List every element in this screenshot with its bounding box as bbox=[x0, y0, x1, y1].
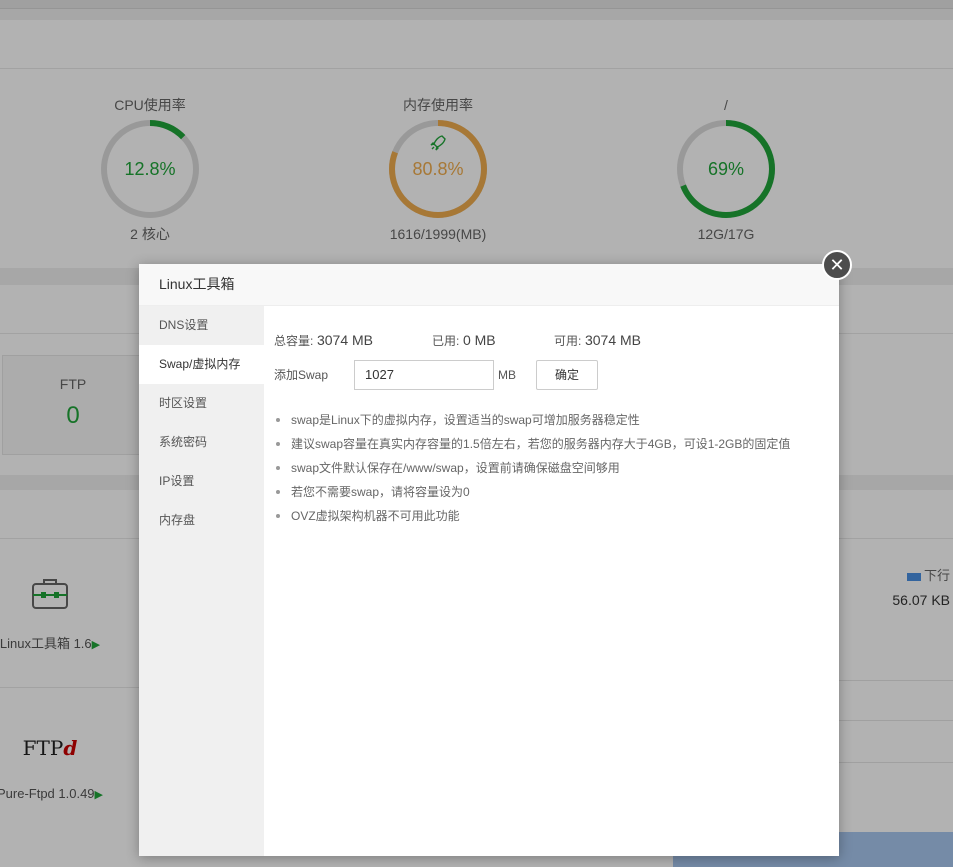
menu-item-dns[interactable]: DNS设置 bbox=[139, 306, 264, 345]
swap-size-label: 添加Swap bbox=[274, 368, 329, 382]
linux-toolbox-dialog: Linux工具箱 DNS设置 Swap/虚拟内存 时区设置 系统密码 IP设置 … bbox=[139, 264, 839, 856]
list-item: 建议swap容量在真实内存容量的1.5倍左右，若您的服务器内存大于4GB，可设1… bbox=[274, 432, 829, 456]
total-value: 3074 MB bbox=[316, 332, 374, 348]
swap-form: 添加Swap 1027 MB 确定 bbox=[274, 360, 829, 390]
used-value: 0 MB bbox=[462, 332, 496, 348]
swap-size-unit: MB bbox=[498, 368, 517, 382]
swap-tips: swap是Linux下的虚拟内存，设置适当的swap可增加服务器稳定性 建议sw… bbox=[274, 408, 829, 528]
list-item: swap是Linux下的虚拟内存，设置适当的swap可增加服务器稳定性 bbox=[274, 408, 829, 432]
swap-size-input[interactable]: 1027 bbox=[354, 360, 495, 390]
menu-item-ip[interactable]: IP设置 bbox=[139, 462, 264, 501]
menu-item-password[interactable]: 系统密码 bbox=[139, 423, 264, 462]
swap-summary: 总容量: 3074 MB 已用: 0 MB 可用: 3074 MB bbox=[274, 330, 829, 350]
used-label: 已用: bbox=[432, 334, 460, 348]
dialog-sidebar: DNS设置 Swap/虚拟内存 时区设置 系统密码 IP设置 内存盘 bbox=[139, 306, 264, 856]
swap-settings: 总容量: 3074 MB 已用: 0 MB 可用: 3074 MB 添加Swap 10… bbox=[264, 306, 839, 856]
close-icon[interactable]: ✕ bbox=[822, 250, 852, 280]
free-label: 可用: bbox=[554, 334, 582, 348]
confirm-button[interactable]: 确定 bbox=[536, 360, 599, 390]
list-item: 若您不需要swap，请将容量设为0 bbox=[274, 480, 829, 504]
menu-item-timezone[interactable]: 时区设置 bbox=[139, 384, 264, 423]
total-label: 总容量: bbox=[274, 334, 314, 348]
menu-item-swap[interactable]: Swap/虚拟内存 bbox=[139, 345, 264, 384]
free-value: 3074 MB bbox=[584, 332, 642, 348]
dialog-title: Linux工具箱 bbox=[139, 264, 839, 306]
list-item: OVZ虚拟架构机器不可用此功能 bbox=[274, 504, 829, 528]
menu-item-ramdisk[interactable]: 内存盘 bbox=[139, 501, 264, 540]
list-item: swap文件默认保存在/www/swap，设置前请确保磁盘空间够用 bbox=[274, 456, 829, 480]
